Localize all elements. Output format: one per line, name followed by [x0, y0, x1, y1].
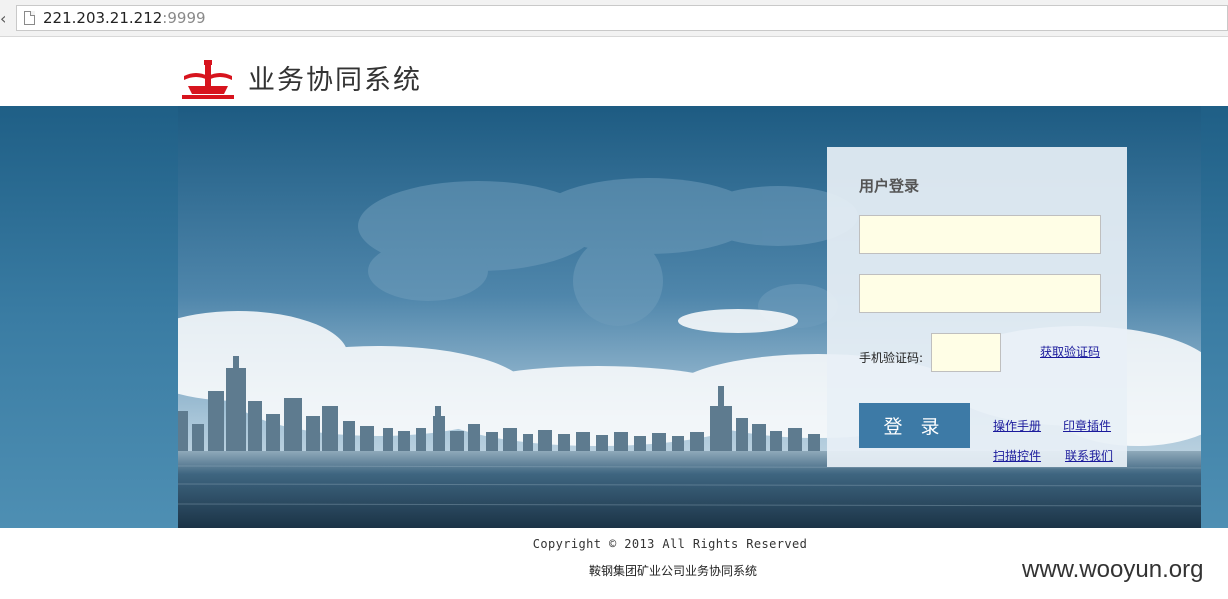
footer-copyright: Copyright © 2013 All Rights Reserved — [532, 537, 808, 551]
password-input[interactable] — [859, 274, 1101, 313]
sms-code-input[interactable] — [931, 333, 1001, 372]
address-url[interactable]: 221.203.21.212:9999 — [43, 9, 206, 27]
back-arrow-icon[interactable]: ‹ — [0, 9, 6, 28]
username-input[interactable] — [859, 215, 1101, 254]
company-logo-icon — [182, 60, 234, 99]
footer-company-name: 鞍钢集团矿业公司业务协同系统 — [589, 564, 758, 578]
user-manual-link[interactable]: 操作手册 — [993, 417, 1041, 434]
page-icon — [24, 11, 35, 25]
watermark-text: www.wooyun.org — [1022, 556, 1204, 583]
site-title: 业务协同系统 — [248, 65, 422, 96]
login-title: 用户登录 — [859, 177, 920, 195]
contact-us-link[interactable]: 联系我们 — [1065, 447, 1113, 464]
login-panel: 用户登录 手机验证码: 获取验证码 登 录 操作手册 印章插件 扫描控件 联系我… — [827, 147, 1127, 467]
sms-code-label: 手机验证码: — [859, 351, 924, 365]
seal-plugin-link[interactable]: 印章插件 — [1063, 417, 1111, 434]
browser-toolbar: ‹ 221.203.21.212:9999 — [0, 0, 1228, 37]
url-host: 221.203.21.212 — [43, 9, 163, 27]
site-header: 业务协同系统 — [0, 38, 1228, 106]
address-bar[interactable]: 221.203.21.212:9999 — [16, 5, 1228, 31]
get-sms-code-link[interactable]: 获取验证码 — [1040, 343, 1100, 360]
login-button[interactable]: 登 录 — [859, 403, 970, 448]
scan-control-link[interactable]: 扫描控件 — [993, 447, 1041, 464]
url-port: :9999 — [162, 9, 206, 27]
